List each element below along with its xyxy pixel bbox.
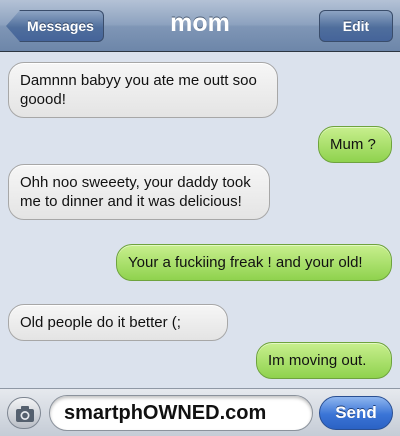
message-text: Your a fuckiing freak ! and your old! bbox=[128, 254, 363, 271]
message-composer: smartphOWNED.com Send bbox=[0, 388, 400, 436]
message-text: Damnnn babyy you ate me outt soo goood! bbox=[20, 72, 257, 108]
outgoing-message: Mum ? bbox=[318, 126, 392, 163]
incoming-message: Old people do it better (; bbox=[8, 304, 228, 341]
edit-button[interactable]: Edit bbox=[319, 10, 393, 42]
message-input[interactable]: smartphOWNED.com bbox=[49, 395, 313, 431]
camera-button[interactable] bbox=[7, 397, 41, 429]
send-button-label: Send bbox=[335, 403, 377, 422]
incoming-message: Ohh noo sweeety, your daddy took me to d… bbox=[8, 164, 270, 220]
message-input-text: smartphOWNED.com bbox=[64, 402, 267, 424]
outgoing-message: Im moving out. bbox=[256, 342, 392, 379]
incoming-message: Damnnn babyy you ate me outt soo goood! bbox=[8, 62, 278, 118]
message-text: Ohh noo sweeety, your daddy took me to d… bbox=[20, 174, 251, 210]
message-text: Mum ? bbox=[330, 136, 376, 153]
message-text: Old people do it better (; bbox=[20, 314, 181, 331]
outgoing-message: Your a fuckiing freak ! and your old! bbox=[116, 244, 392, 281]
navigation-bar: Messages mom Edit bbox=[0, 0, 400, 52]
edit-button-label: Edit bbox=[342, 18, 370, 34]
message-text: Im moving out. bbox=[268, 352, 367, 369]
camera-icon bbox=[16, 406, 34, 422]
send-button[interactable]: Send bbox=[319, 396, 393, 430]
